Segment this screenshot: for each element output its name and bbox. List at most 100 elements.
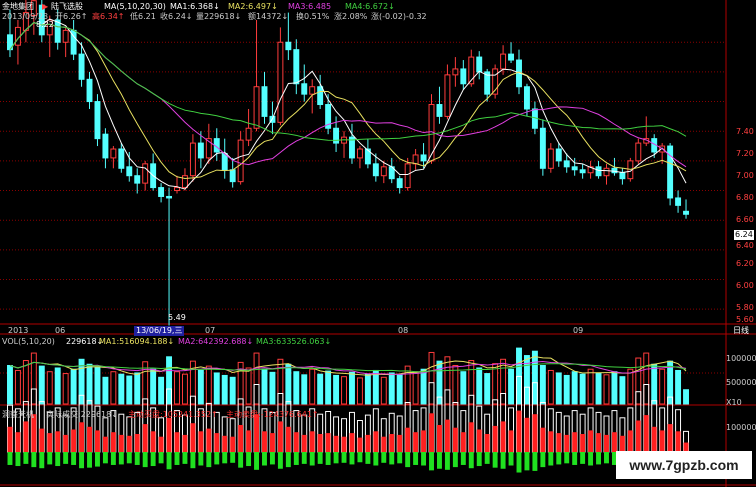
candle-up bbox=[452, 68, 459, 76]
flow-sell-bar bbox=[540, 452, 546, 468]
flow-sell-bar bbox=[309, 452, 315, 466]
flow-sell-bar bbox=[134, 452, 140, 465]
flow-sell-bar bbox=[198, 452, 204, 466]
flow-buy-bar bbox=[429, 413, 434, 452]
candle-down bbox=[78, 53, 85, 80]
flow-sell-bar bbox=[47, 452, 53, 465]
flow-buy-bar bbox=[349, 433, 355, 452]
flow-buy-bar bbox=[47, 433, 53, 452]
candle-down bbox=[102, 133, 109, 159]
flow-sell-bar bbox=[166, 452, 172, 470]
candle-up bbox=[237, 139, 244, 183]
flow-sell-bar bbox=[349, 452, 355, 465]
flow-buy-bar bbox=[341, 436, 347, 452]
candle-up bbox=[444, 74, 451, 117]
flow-buy-bar bbox=[556, 433, 562, 452]
flow-buy-bar bbox=[405, 427, 411, 452]
ma-params: MA(5,10,20,30) bbox=[104, 2, 166, 11]
volume-value: 229618↓ bbox=[66, 337, 104, 346]
candle-down bbox=[197, 142, 204, 159]
volume-bar bbox=[508, 368, 515, 405]
volume-bar bbox=[46, 371, 53, 405]
volume-bar bbox=[412, 371, 419, 405]
flow-buy-bar bbox=[540, 427, 546, 452]
candle-up bbox=[277, 41, 284, 123]
flow-buy-bar bbox=[651, 426, 657, 452]
flow-buy-bar bbox=[325, 433, 331, 452]
date-axis-month: 09 bbox=[573, 326, 584, 335]
flow-buy-bar bbox=[246, 430, 252, 452]
candle-up bbox=[603, 167, 610, 177]
flow-buy-bar bbox=[102, 436, 108, 452]
flow-buy-bar bbox=[580, 434, 586, 452]
volume-bar bbox=[54, 367, 61, 405]
candle-down bbox=[118, 148, 125, 169]
flow-sell-bar bbox=[118, 452, 124, 465]
volume-bar bbox=[603, 374, 610, 405]
flow-sell-bar bbox=[31, 452, 37, 468]
volume-bar bbox=[627, 368, 634, 405]
candle-down bbox=[261, 86, 268, 117]
flow-buy-bar bbox=[381, 436, 387, 452]
flow-buy-bar bbox=[15, 432, 21, 452]
volume-bar bbox=[372, 369, 379, 405]
flow-sell-bar bbox=[413, 452, 419, 465]
quote-high: 高6.34↑ bbox=[92, 12, 125, 21]
flow-sell-bar bbox=[39, 452, 45, 469]
candle-down bbox=[508, 53, 515, 61]
flow-buy-bar bbox=[596, 433, 602, 452]
flow-buy-bar bbox=[373, 431, 379, 452]
volume-bar bbox=[595, 372, 602, 405]
volume-bar bbox=[102, 376, 109, 405]
price-tick: 5.80 bbox=[736, 303, 754, 312]
period-label[interactable]: 日线 bbox=[733, 326, 749, 336]
candle-up bbox=[547, 148, 554, 169]
flow-buy-bar bbox=[94, 430, 100, 452]
flow-buy-bar bbox=[436, 425, 442, 452]
flow-sell-bar bbox=[604, 452, 609, 464]
flow-sell-bar bbox=[71, 452, 77, 465]
flow-sell-bar bbox=[317, 452, 323, 464]
flow-sell-bar bbox=[238, 452, 244, 468]
flow-buy-bar bbox=[444, 419, 450, 452]
flow-sell-bar bbox=[444, 452, 450, 470]
volume-bar bbox=[38, 365, 45, 405]
candle-down bbox=[134, 175, 141, 184]
flow-sell-bar bbox=[341, 452, 347, 463]
flow-buy-bar bbox=[301, 434, 307, 452]
flow-sell-bar bbox=[325, 452, 331, 465]
flow-buy-bar bbox=[182, 434, 188, 452]
flow-sell-bar bbox=[158, 452, 164, 464]
volume-bar bbox=[197, 369, 204, 405]
volume-bar bbox=[675, 369, 682, 405]
volume-axis-tick: 1000000 bbox=[726, 354, 756, 363]
flow-indicator-title: 洞察天机 bbox=[2, 410, 34, 419]
flow-buy-bar bbox=[619, 435, 625, 452]
flow-sell-bar bbox=[222, 452, 228, 464]
flow-buy-bar bbox=[262, 431, 267, 452]
flow-buy-bar bbox=[421, 430, 427, 452]
flow-sell-bar bbox=[381, 452, 387, 463]
candle-up bbox=[174, 187, 180, 192]
flow-buy-bar bbox=[63, 434, 69, 452]
volume-bar bbox=[317, 373, 324, 405]
volume-bar bbox=[325, 370, 332, 405]
volume-bar bbox=[30, 352, 37, 405]
flow-sell-bar bbox=[452, 452, 458, 468]
price-tick: 5.60 bbox=[736, 315, 754, 324]
candle-up bbox=[356, 148, 363, 159]
flow-active-buy: 主动买盘:105241.352↑ bbox=[128, 410, 218, 419]
flow-buy-bar bbox=[118, 434, 124, 452]
flow-sell-bar bbox=[254, 452, 260, 470]
ma1-value: MA1:6.368↓ bbox=[170, 2, 220, 11]
volume-bar bbox=[579, 373, 586, 405]
volume-bar bbox=[158, 376, 165, 405]
candle-up bbox=[245, 127, 252, 141]
volume-bar bbox=[444, 356, 451, 405]
flow-sell-bar bbox=[500, 452, 506, 469]
flow-buy-bar bbox=[357, 437, 363, 452]
volume-bar bbox=[643, 352, 650, 405]
flow-sell-bar bbox=[532, 452, 538, 471]
flow-sell-bar bbox=[357, 452, 363, 463]
volume-axis-unit: X10 bbox=[726, 398, 742, 407]
